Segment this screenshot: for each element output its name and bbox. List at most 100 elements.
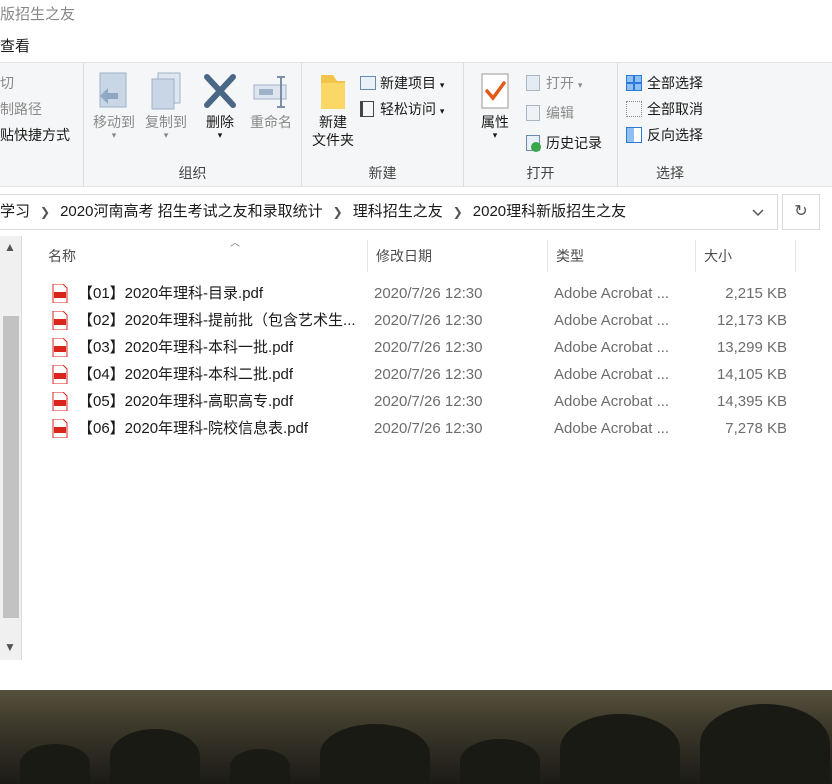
- select-all-icon: [626, 75, 642, 91]
- navigation-pane-scrollbar[interactable]: ▲ ▼: [0, 236, 22, 660]
- scrollbar-thumb[interactable]: [3, 316, 19, 618]
- address-bar[interactable]: 学习 ❯ 2020河南高考 招生考试之友和录取统计 ❯ 理科招生之友 ❯ 2020理科新版招…: [0, 194, 778, 230]
- file-list: 【01】2020年理科-目录.pdf 2020/7/26 12:30 Adobe…: [34, 280, 804, 442]
- file-explorer-window: 版招生之友 查看 切 制路径 贴快捷方式 移动到 ▾ 复制到 ▾ 删除 ▾ 重命…: [0, 0, 832, 690]
- ribbon: 切 制路径 贴快捷方式 移动到 ▾ 复制到 ▾ 删除 ▾ 重命名 组织 新建 文…: [0, 62, 832, 187]
- ribbon-group-organize: 移动到 ▾ 复制到 ▾ 删除 ▾ 重命名 组织: [84, 63, 302, 187]
- refresh-button[interactable]: ↻: [782, 194, 820, 230]
- paste-shortcut-button[interactable]: 贴快捷方式: [0, 125, 70, 145]
- scroll-down-icon[interactable]: ▼: [4, 640, 16, 654]
- desktop-wallpaper: [0, 690, 832, 784]
- move-to-icon: [99, 72, 127, 108]
- copy-to-icon: [151, 72, 181, 110]
- edit-button[interactable]: 编辑: [526, 103, 574, 123]
- history-icon: [526, 135, 541, 152]
- file-row[interactable]: 【02】2020年理科-提前批（包含艺术生... 2020/7/26 12:30…: [34, 307, 804, 334]
- new-folder-button[interactable]: 新建 文件夹: [308, 71, 358, 149]
- column-header-name[interactable]: 名称: [40, 240, 368, 272]
- column-header-type[interactable]: 类型: [548, 240, 696, 272]
- properties-icon: [481, 73, 509, 109]
- file-name: 【04】2020年理科-本科二批.pdf: [78, 366, 294, 383]
- delete-button[interactable]: 删除 ▾: [198, 71, 242, 140]
- wallpaper-tree: [110, 729, 200, 784]
- select-all-button[interactable]: 全部选择: [626, 73, 703, 93]
- file-name: 【03】2020年理科-本科一批.pdf: [78, 339, 294, 356]
- pdf-file-icon: [52, 419, 68, 438]
- open-icon: [526, 75, 540, 91]
- select-none-icon: [626, 101, 642, 117]
- file-size: 14,395 KB: [716, 393, 787, 410]
- pdf-file-icon: [52, 365, 68, 384]
- file-row[interactable]: 【04】2020年理科-本科二批.pdf 2020/7/26 12:30 Ado…: [34, 361, 804, 388]
- file-size: 2,215 KB: [725, 285, 787, 302]
- easy-access-icon: [360, 101, 374, 117]
- file-date: 2020/7/26 12:30: [374, 312, 483, 329]
- file-size: 14,105 KB: [716, 366, 787, 383]
- file-row[interactable]: 【01】2020年理科-目录.pdf 2020/7/26 12:30 Adobe…: [34, 280, 804, 307]
- breadcrumb-item[interactable]: 理科招生之友: [353, 203, 443, 220]
- window-title: 版招生之友: [0, 6, 76, 23]
- properties-button[interactable]: 属性 ▾: [472, 71, 518, 140]
- file-size: 7,278 KB: [725, 420, 787, 437]
- column-header-size[interactable]: 大小: [696, 240, 796, 272]
- scroll-up-icon[interactable]: ▲: [4, 240, 16, 254]
- copy-path-button[interactable]: 制路径: [0, 99, 42, 119]
- history-button[interactable]: 历史记录: [526, 133, 602, 153]
- file-date: 2020/7/26 12:30: [374, 393, 483, 410]
- column-header-date[interactable]: 修改日期: [368, 240, 548, 272]
- file-date: 2020/7/26 12:30: [374, 285, 483, 302]
- chevron-right-icon[interactable]: ❯: [453, 195, 463, 229]
- chevron-right-icon[interactable]: ❯: [333, 195, 343, 229]
- select-none-button[interactable]: 全部取消: [626, 99, 703, 119]
- new-group-label: 新建: [368, 165, 397, 181]
- file-row[interactable]: 【03】2020年理科-本科一批.pdf 2020/7/26 12:30 Ado…: [34, 334, 804, 361]
- pdf-file-icon: [52, 311, 68, 330]
- move-to-button[interactable]: 移动到 ▾: [88, 71, 140, 140]
- file-row[interactable]: 【06】2020年理科-院校信息表.pdf 2020/7/26 12:30 Ad…: [34, 415, 804, 442]
- new-item-button[interactable]: 新建项目 ▾: [360, 73, 444, 93]
- file-row[interactable]: 【05】2020年理科-高职高专.pdf 2020/7/26 12:30 Ado…: [34, 388, 804, 415]
- pdf-file-icon: [52, 284, 68, 303]
- rename-button[interactable]: 重命名: [244, 71, 298, 131]
- ribbon-group-open: 属性 ▾ 打开 ▾ 编辑 历史记录 打开: [464, 63, 618, 187]
- rename-icon: [253, 76, 287, 108]
- file-name: 【02】2020年理科-提前批（包含艺术生...: [78, 312, 356, 329]
- wallpaper-tree: [560, 714, 680, 784]
- select-group-label: 选择: [656, 165, 684, 181]
- folder-icon: [321, 75, 345, 109]
- file-type: Adobe Acrobat ...: [554, 393, 670, 410]
- wallpaper-tree: [460, 739, 540, 784]
- breadcrumb-item[interactable]: 2020理科新版招生之友: [473, 203, 626, 220]
- file-type: Adobe Acrobat ...: [554, 339, 670, 356]
- chevron-down-icon: [752, 209, 764, 217]
- open-button[interactable]: 打开 ▾: [526, 73, 582, 93]
- invert-selection-icon: [626, 127, 642, 143]
- ribbon-group-clipboard: 切 制路径 贴快捷方式: [0, 63, 84, 187]
- chevron-right-icon[interactable]: ❯: [40, 195, 50, 229]
- file-size: 13,299 KB: [716, 339, 787, 356]
- wallpaper-tree: [20, 744, 90, 784]
- menu-tab-view[interactable]: 查看: [0, 34, 30, 60]
- cut-button[interactable]: 切: [0, 73, 14, 93]
- wallpaper-tree: [320, 724, 430, 784]
- pdf-file-icon: [52, 392, 68, 411]
- breadcrumb-item[interactable]: 学习: [0, 203, 30, 220]
- file-name: 【01】2020年理科-目录.pdf: [78, 285, 264, 302]
- invert-selection-button[interactable]: 反向选择: [626, 125, 703, 145]
- file-type: Adobe Acrobat ...: [554, 420, 670, 437]
- pdf-file-icon: [52, 338, 68, 357]
- copy-to-button[interactable]: 复制到 ▾: [140, 71, 192, 140]
- wallpaper-tree: [700, 704, 830, 784]
- wallpaper-tree: [230, 749, 290, 784]
- ribbon-group-new: 新建 文件夹 新建项目 ▾ 轻松访问 ▾ 新建: [302, 63, 464, 187]
- breadcrumb-item[interactable]: 2020河南高考 招生考试之友和录取统计: [60, 203, 323, 220]
- address-history-dropdown[interactable]: [743, 195, 773, 229]
- easy-access-button[interactable]: 轻松访问 ▾: [360, 99, 444, 119]
- file-name: 【05】2020年理科-高职高专.pdf: [78, 393, 294, 410]
- file-type: Adobe Acrobat ...: [554, 366, 670, 383]
- delete-icon: [204, 74, 236, 108]
- breadcrumb: 学习 ❯ 2020河南高考 招生考试之友和录取统计 ❯ 理科招生之友 ❯ 2020理科新版招…: [0, 195, 626, 229]
- open-group-label: 打开: [526, 165, 555, 181]
- edit-icon: [526, 105, 540, 121]
- file-date: 2020/7/26 12:30: [374, 420, 483, 437]
